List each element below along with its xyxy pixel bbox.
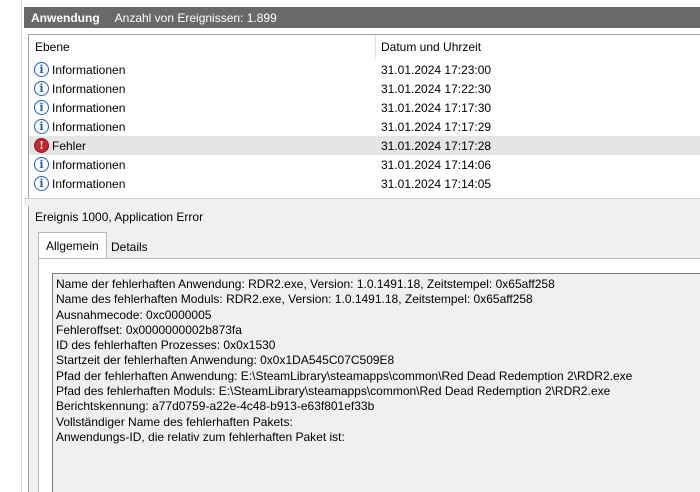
left-pane-edge xyxy=(0,0,22,492)
event-row[interactable]: i Informationen 31.01.2024 17:14:06 xyxy=(29,155,700,174)
description-line: Pfad des fehlerhaften Moduls: E:\SteamLi… xyxy=(56,384,611,399)
description-line: Name der fehlerhaften Anwendung: RDR2.ex… xyxy=(56,277,555,291)
event-level: Informationen xyxy=(52,81,126,96)
description-line: Vollständiger Name des fehlerhaften Pake… xyxy=(56,414,293,429)
event-level: Informationen xyxy=(52,176,126,191)
event-row-selected[interactable]: ! Fehler 31.01.2024 17:17:28 xyxy=(29,136,700,155)
event-level: Informationen xyxy=(52,157,126,172)
event-level: Informationen xyxy=(52,62,126,77)
pane-splitter[interactable] xyxy=(24,198,700,206)
tab-content: Name der fehlerhaften Anwendung: RDR2.ex… xyxy=(38,258,700,492)
column-header-datetime[interactable]: Datum und Uhrzeit xyxy=(377,35,700,59)
tab-details[interactable]: Details xyxy=(104,234,155,259)
event-datetime: 31.01.2024 17:23:00 xyxy=(381,62,492,77)
event-rows: i Informationen 31.01.2024 17:23:00 i Info… xyxy=(29,60,700,193)
event-datetime: 31.01.2024 17:17:28 xyxy=(381,138,492,153)
log-header: Anwendung Anzahl von Ereignissen: 1.899 xyxy=(24,7,700,28)
description-line: ID des fehlerhaften Prozesses: 0x0x1530 xyxy=(56,338,276,353)
info-icon: i xyxy=(34,157,49,172)
event-list: Ebene Datum und Uhrzeit i Informationen 3… xyxy=(28,34,700,198)
description-line: Pfad der fehlerhaften Anwendung: E:\Stea… xyxy=(56,368,633,383)
info-icon: i xyxy=(34,100,49,115)
event-level: Fehler xyxy=(52,138,87,153)
description-line: Name des fehlerhaften Moduls: RDR2.exe, … xyxy=(56,292,533,307)
info-icon: i xyxy=(34,62,49,77)
event-detail-title: Ereignis 1000, Application Error xyxy=(35,210,204,224)
event-datetime: 31.01.2024 17:14:06 xyxy=(381,157,492,172)
event-datetime: 31.01.2024 17:17:29 xyxy=(381,119,492,134)
description-line: Berichtskennung: a77d0759-a22e-4c48-b913… xyxy=(56,399,375,414)
event-level: Informationen xyxy=(52,100,126,115)
info-icon: i xyxy=(34,119,49,134)
event-row[interactable]: i Informationen 31.01.2024 17:17:29 xyxy=(29,117,700,136)
info-icon: i xyxy=(34,176,49,191)
description-line: Anwendungs-ID, die relativ zum fehlerhaf… xyxy=(56,429,345,444)
event-datetime: 31.01.2024 17:22:30 xyxy=(381,81,492,96)
error-icon: ! xyxy=(34,138,49,153)
event-row[interactable]: i Informationen 31.01.2024 17:23:00 xyxy=(29,60,700,79)
event-row[interactable]: i Informationen 31.01.2024 17:17:30 xyxy=(29,98,700,117)
event-datetime: 31.01.2024 17:17:30 xyxy=(381,100,492,115)
event-description[interactable]: Name der fehlerhaften Anwendung: RDR2.ex… xyxy=(52,273,700,492)
log-title: Anwendung xyxy=(31,10,100,25)
event-level: Informationen xyxy=(52,119,126,134)
event-count: Anzahl von Ereignissen: 1.899 xyxy=(114,10,277,25)
info-icon: i xyxy=(34,81,49,96)
column-header-level[interactable]: Ebene xyxy=(29,35,376,59)
tab-general[interactable]: Allgemein xyxy=(38,232,107,259)
event-row[interactable]: i Informationen 31.01.2024 17:22:30 xyxy=(29,79,700,98)
description-line: Fehleroffset: 0x0000000002b873fa xyxy=(56,322,242,337)
description-line: Ausnahmecode: 0xc0000005 xyxy=(56,307,212,322)
description-line: Startzeit der fehlerhaften Anwendung: 0x… xyxy=(56,353,395,368)
event-datetime: 31.01.2024 17:14:05 xyxy=(381,176,492,191)
event-detail-panel: Ereignis 1000, Application Error Allgeme… xyxy=(28,206,700,492)
event-row[interactable]: i Informationen 31.01.2024 17:14:05 xyxy=(29,174,700,193)
